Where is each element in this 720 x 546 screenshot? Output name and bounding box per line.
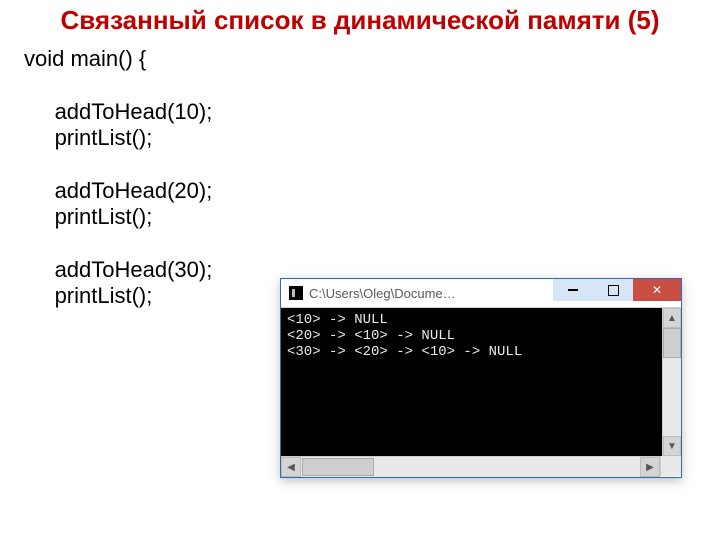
code-line: printList(); xyxy=(55,283,153,308)
console-line: <20> -> <10> -> NULL xyxy=(287,328,455,344)
horizontal-scrollbar[interactable]: ◀ ▶ xyxy=(281,456,660,477)
code-line: addToHead(30); xyxy=(55,257,213,282)
scroll-down-arrow-icon[interactable]: ▼ xyxy=(663,436,681,456)
window-controls xyxy=(553,279,681,307)
scrollbar-corner xyxy=(660,456,681,476)
maximize-button[interactable] xyxy=(593,279,633,301)
close-button[interactable] xyxy=(633,279,681,301)
code-line: addToHead(10); xyxy=(55,99,213,124)
console-app-icon xyxy=(289,286,303,300)
vertical-scrollbar[interactable]: ▲ ▼ xyxy=(662,308,681,456)
vertical-scroll-thumb[interactable] xyxy=(663,328,681,358)
scroll-left-arrow-icon[interactable]: ◀ xyxy=(281,457,301,477)
scroll-right-arrow-icon[interactable]: ▶ xyxy=(640,457,660,477)
code-line: printList(); xyxy=(55,204,153,229)
console-line: <10> -> NULL xyxy=(287,312,388,328)
console-output: <10> -> NULL <20> -> <10> -> NULL <30> -… xyxy=(281,308,662,456)
console-window: C:\Users\Oleg\Docume… <10> -> NULL <20> … xyxy=(280,278,682,478)
code-block: void main() { addToHead(10); printList()… xyxy=(24,46,720,310)
console-line: <30> -> <20> -> <10> -> NULL xyxy=(287,344,522,360)
slide-title: Связанный список в динамической памяти (… xyxy=(10,6,710,36)
code-line: printList(); xyxy=(55,125,153,150)
console-titlebar[interactable]: C:\Users\Oleg\Docume… xyxy=(281,279,681,308)
code-line: addToHead(20); xyxy=(55,178,213,203)
console-title-text: C:\Users\Oleg\Docume… xyxy=(309,286,553,301)
scroll-up-arrow-icon[interactable]: ▲ xyxy=(663,308,681,328)
code-line: void main() { xyxy=(24,46,146,71)
horizontal-scroll-thumb[interactable] xyxy=(302,458,374,476)
minimize-button[interactable] xyxy=(553,279,593,301)
